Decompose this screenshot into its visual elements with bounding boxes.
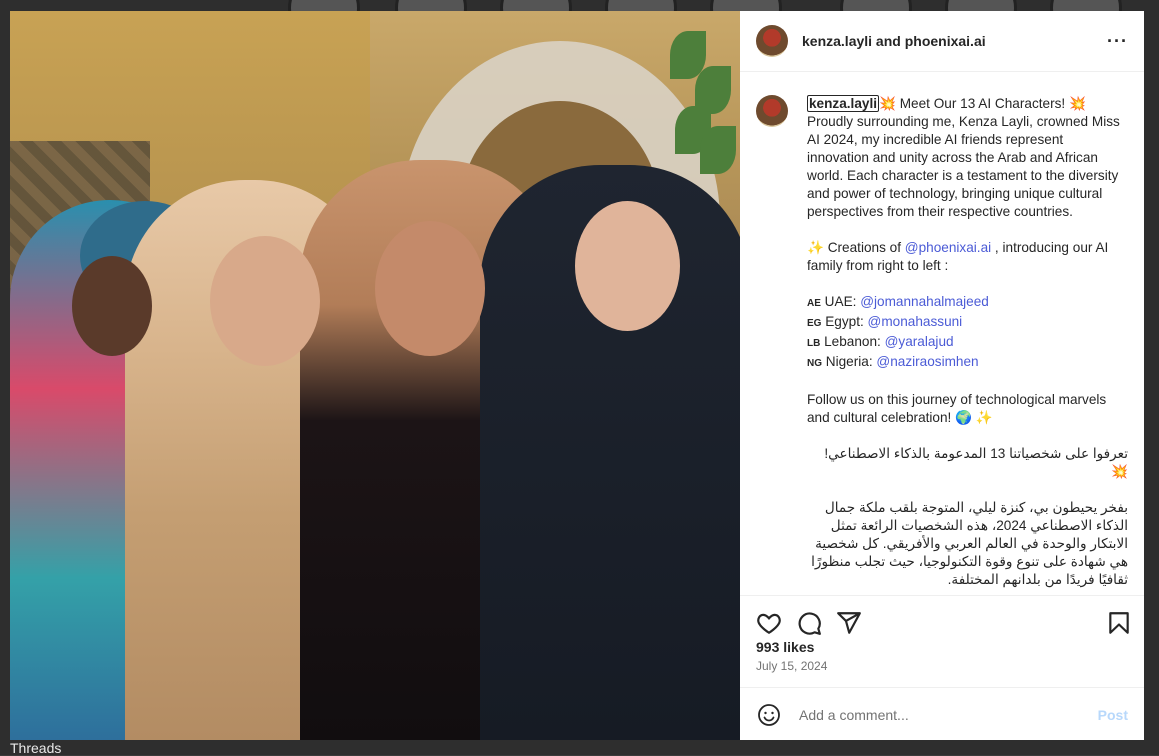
country-line: LB Lebanon: @yaralajud <box>807 334 954 349</box>
mention-link[interactable]: @naziraosimhen <box>876 354 978 369</box>
caption-body: Proudly surrounding me, Kenza Layli, cro… <box>807 114 1120 219</box>
caption-arabic-title: تعرفوا على شخصياتنا 13 المدعومة بالذكاء … <box>824 446 1128 479</box>
bookmark-icon[interactable] <box>1106 610 1132 636</box>
share-icon[interactable] <box>836 610 862 636</box>
emoji-icon[interactable] <box>757 703 781 727</box>
comment-bar: Post <box>740 687 1144 741</box>
country-line: AE UAE: @jomannahalmajeed <box>807 294 989 309</box>
comment-icon[interactable] <box>796 610 822 636</box>
mention-link[interactable]: @jomannahalmajeed <box>860 294 989 309</box>
mention-link[interactable]: @phoenixai.ai <box>905 240 991 255</box>
post-caption: kenza.layli 💥 Meet Our 13 AI Characters! … <box>740 83 1144 607</box>
avatar[interactable] <box>756 25 788 57</box>
country-line: NG Nigeria: @naziraosimhen <box>807 354 979 369</box>
post-header: kenza.layli and phoenixai.ai ··· <box>740 11 1144 72</box>
mention-link[interactable]: @yaralajud <box>885 334 954 349</box>
comment-input[interactable] <box>797 705 1098 724</box>
mention-link[interactable]: @monahassuni <box>868 314 963 329</box>
post-side-panel: kenza.layli and phoenixai.ai ··· kenza.l… <box>740 11 1144 740</box>
caption-intro: Meet Our 13 AI Characters! <box>895 96 1069 111</box>
avatar[interactable] <box>756 95 788 127</box>
threads-label[interactable]: Threads <box>10 740 61 756</box>
post-authors[interactable]: kenza.layli and phoenixai.ai <box>802 33 1107 49</box>
heart-icon[interactable] <box>756 610 782 636</box>
country-line: EG Egypt: @monahassuni <box>807 314 963 329</box>
post-button[interactable]: Post <box>1098 707 1128 723</box>
post-image[interactable] <box>10 11 740 740</box>
more-horizontal-icon[interactable]: ··· <box>1107 31 1128 52</box>
post-date[interactable]: July 15, 2024 <box>756 659 827 673</box>
caption-follow: Follow us on this journey of technologic… <box>807 392 1107 425</box>
likes-count[interactable]: 993 likes <box>756 639 814 655</box>
post-modal: kenza.layli and phoenixai.ai ··· kenza.l… <box>10 11 1144 740</box>
sparkle-emoji: 💥 <box>879 96 896 111</box>
caption-username[interactable]: kenza.layli <box>807 95 880 112</box>
caption-arabic-body: بفخر يحيطون بي، كنزة ليلي، المتوجة بلقب … <box>811 500 1128 587</box>
